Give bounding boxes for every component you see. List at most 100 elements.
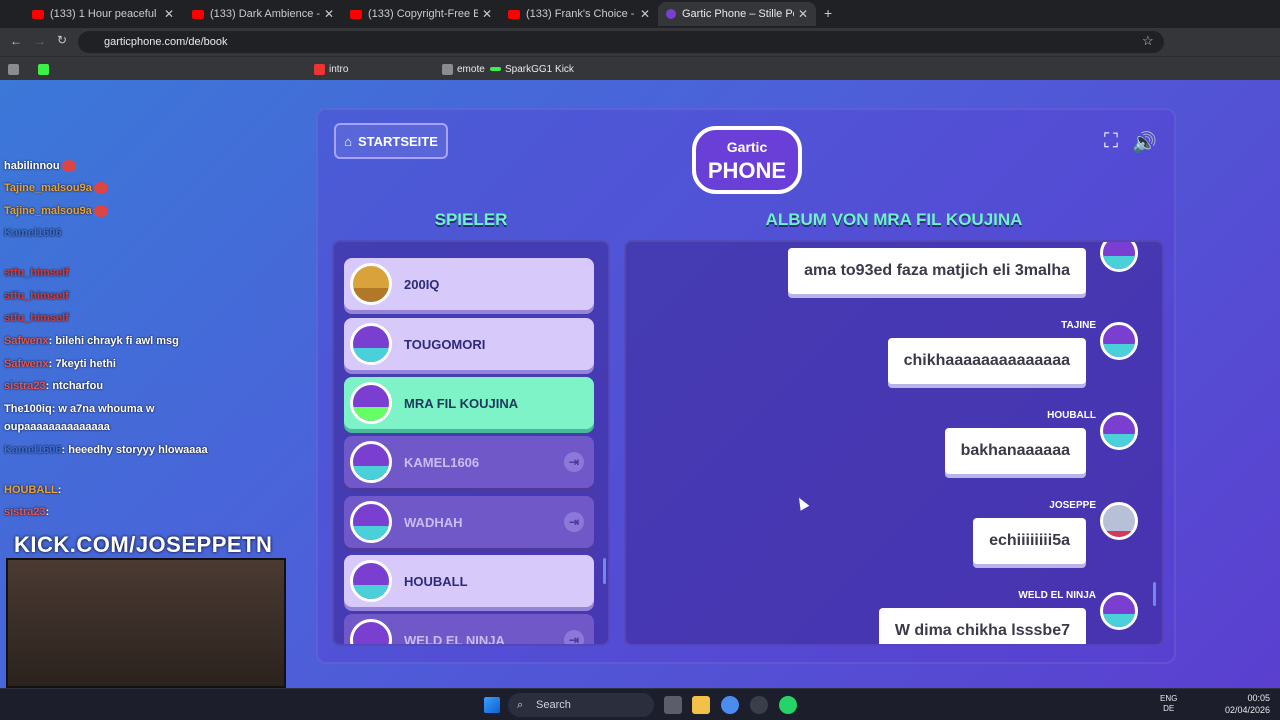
players-list: 200IQ TOUGOMORI MRA FIL KOUJINA KAMEL160… xyxy=(332,240,610,646)
bookmark-emote[interactable]: emote xyxy=(442,61,485,77)
search-icon: ⌕ xyxy=(517,699,524,711)
tab-dark-ambience[interactable]: (133) Dark Ambience - Horror✕ xyxy=(184,2,342,26)
album-title: ALBUM VON MRA FIL KOUJINA xyxy=(765,210,1023,229)
bookmark-intro[interactable]: intro xyxy=(314,61,348,77)
player-card: WELD EL NINJA ⇥ xyxy=(344,614,594,644)
chat-line: sistra23: xyxy=(4,506,50,518)
chrome-icon[interactable] xyxy=(721,696,739,714)
avatar xyxy=(350,501,392,543)
message-author: HOUBALL xyxy=(1047,410,1096,421)
message-author: TAJINE xyxy=(1061,320,1096,331)
player-card: HOUBALL xyxy=(344,555,594,607)
chat-line: stfu_himself xyxy=(4,290,69,302)
emote-icon xyxy=(93,182,108,195)
avatar xyxy=(1100,412,1138,450)
player-card: WADHAH ⇥ xyxy=(344,496,594,548)
album-scrollbar[interactable] xyxy=(1153,582,1156,606)
kick-bookmark-icon[interactable] xyxy=(38,61,53,77)
avatar xyxy=(1100,322,1138,360)
bookmark-star-icon[interactable]: ☆ xyxy=(1142,33,1154,49)
home-button[interactable]: ⌂ STARTSEITE xyxy=(334,123,448,159)
whatsapp-icon[interactable] xyxy=(779,696,797,714)
players-title: SPIELER xyxy=(434,210,508,229)
tab-copyright-free[interactable]: (133) Copyright-Free Backg✕ xyxy=(342,2,500,26)
task-view-icon[interactable] xyxy=(664,696,682,714)
chat-line: habilinnou xyxy=(4,160,76,173)
windows-start-icon[interactable] xyxy=(484,697,500,713)
reload-icon[interactable]: ↻ xyxy=(57,33,67,47)
avatar xyxy=(350,263,392,305)
message-author: JOSEPPE xyxy=(1049,500,1096,511)
avatar xyxy=(350,560,392,602)
avatar xyxy=(1100,502,1138,540)
address-bar[interactable]: garticphone.com/de/book xyxy=(78,31,1164,53)
left-game-icon: ⇥ xyxy=(564,452,584,472)
stream-chat-overlay: habilinnou Tajine_malsou9a Tajine_malsou… xyxy=(0,80,300,540)
album-message: chikhaaaaaaaaaaaaaa xyxy=(887,338,1086,384)
bookmark-sparkgg1[interactable]: SparkGG1 Kick xyxy=(490,61,574,77)
avatar xyxy=(350,441,392,483)
chat-line: HOUBALL: xyxy=(4,484,62,496)
taskbar-search[interactable]: ⌕ Search xyxy=(508,693,654,717)
youtube-icon xyxy=(32,9,44,19)
player-card: KAMEL1606 ⇥ xyxy=(344,436,594,488)
chat-line: Kamel1606: heeedhy storyyy hlowaaaa xyxy=(4,444,208,456)
chat-line: stfu_himself xyxy=(4,312,69,324)
gartic-phone-logo: Gartic PHONE xyxy=(692,126,802,194)
avatar xyxy=(1100,242,1138,272)
chat-line: Safwenx: 7keyti hethi xyxy=(4,358,116,370)
webcam-overlay xyxy=(6,558,286,688)
logo-top-text: Gartic xyxy=(727,139,768,155)
chat-line: stfu_himself xyxy=(4,267,69,279)
chat-line: Tajine_malsou9a xyxy=(4,205,108,218)
gartic-icon xyxy=(666,9,676,19)
avatar xyxy=(350,323,392,365)
avatar xyxy=(350,619,392,644)
avatar xyxy=(1100,592,1138,630)
top-right-controls: ⛶ 🔊 xyxy=(1104,130,1157,155)
forward-icon[interactable]: → xyxy=(34,34,46,48)
chat-line: oupaaaaaaaaaaaaaa xyxy=(4,421,110,433)
kick-banner: KICK.COM/JOSEPPETN xyxy=(14,532,273,557)
youtube-icon xyxy=(508,9,520,19)
player-card: MRA FIL KOUJINA xyxy=(344,377,594,429)
left-game-icon: ⇥ xyxy=(564,512,584,532)
album-feed[interactable]: ama to93ed faza matjich eli 3malha TAJIN… xyxy=(624,240,1164,646)
album-message: echiiiiiiii5a xyxy=(973,518,1086,564)
tab-oud[interactable]: (133) 1 Hour peaceful Oud✕ xyxy=(24,2,182,26)
windows-taskbar: ⌕ Search ENG DE 00:05 02/04/2026 xyxy=(0,688,1280,720)
sound-icon[interactable]: 🔊 xyxy=(1132,130,1157,155)
browser-tab-strip: (133) 1 Hour peaceful Oud✕ (133) Dark Am… xyxy=(0,0,1280,28)
close-tab-icon[interactable]: ✕ xyxy=(324,7,334,21)
close-tab-icon[interactable]: ✕ xyxy=(164,7,174,21)
chat-line: Tajine_malsou9a xyxy=(4,182,108,195)
chat-line: Kamel1606 xyxy=(4,227,62,239)
clock[interactable]: 00:05 02/04/2026 xyxy=(1225,692,1270,716)
youtube-icon xyxy=(350,9,362,19)
close-tab-icon[interactable]: ✕ xyxy=(482,7,492,21)
chat-line: sistra23: ntcharfou xyxy=(4,380,104,392)
back-icon[interactable]: ← xyxy=(10,34,22,48)
chat-line: The100iq: w a7na whouma w xyxy=(4,403,155,415)
emote-icon xyxy=(61,160,76,173)
player-card: TOUGOMORI xyxy=(344,318,594,370)
apps-icon[interactable] xyxy=(8,61,23,77)
message-author: WELD EL NINJA xyxy=(1018,590,1096,601)
emote-icon xyxy=(93,205,108,218)
close-tab-icon[interactable]: ✕ xyxy=(640,7,650,21)
left-game-icon: ⇥ xyxy=(564,630,584,644)
app-icon[interactable] xyxy=(750,696,768,714)
tab-gartic-phone[interactable]: Gartic Phone – Stille Post✕ xyxy=(658,2,816,26)
logo-bottom-text: PHONE xyxy=(708,158,786,183)
avatar xyxy=(350,382,392,424)
new-tab-icon[interactable]: + xyxy=(824,5,832,21)
player-card: 200IQ xyxy=(344,258,594,310)
language-indicator[interactable]: ENG DE xyxy=(1160,694,1177,714)
players-scrollbar[interactable] xyxy=(603,558,606,584)
album-message: ama to93ed faza matjich eli 3malha xyxy=(788,248,1086,294)
fullscreen-icon[interactable]: ⛶ xyxy=(1104,130,1118,155)
tab-franks-choice[interactable]: (133) Frank's Choice - YouTube✕ xyxy=(500,2,658,26)
youtube-icon xyxy=(192,9,204,19)
file-explorer-icon[interactable] xyxy=(692,696,710,714)
close-tab-icon[interactable]: ✕ xyxy=(798,7,808,21)
